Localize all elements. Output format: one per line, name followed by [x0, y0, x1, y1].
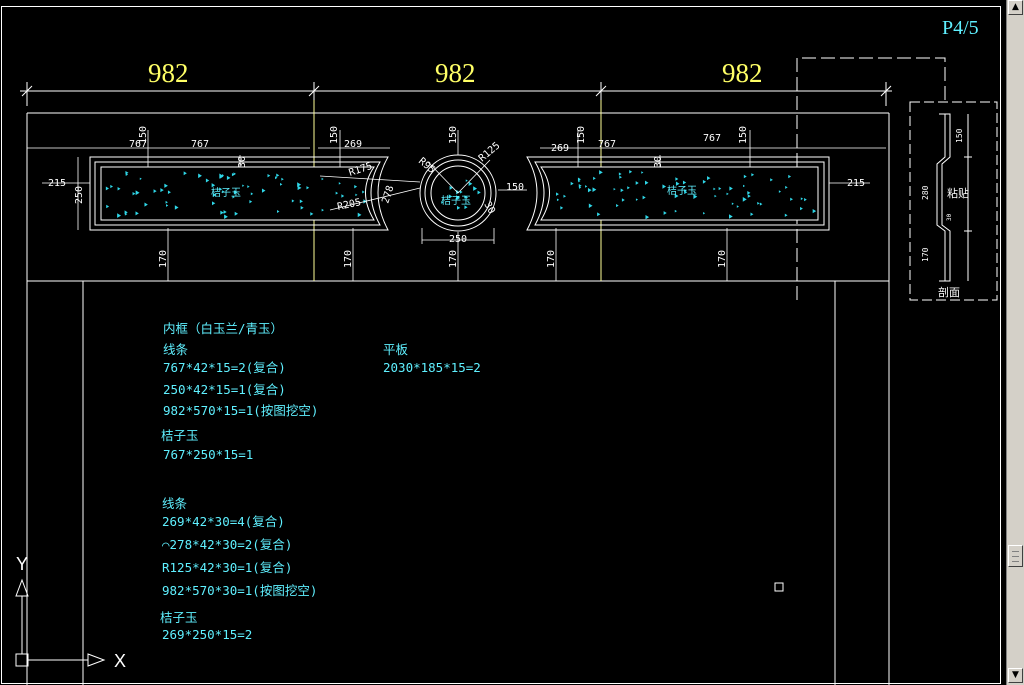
ucs-icon	[15, 578, 106, 667]
notes-left: 内框（白玉兰/青玉） 线条 767*42*15=2(复合) 250*42*15=1(复…	[160, 321, 318, 642]
dim-150-b: 150	[329, 126, 340, 144]
section-dim-170: 170	[921, 247, 930, 262]
dim-269-right: 269	[551, 143, 569, 154]
pick-box[interactable]	[774, 582, 784, 592]
section-dim-150: 150	[955, 128, 964, 143]
dim-767-right-b: 767	[703, 133, 721, 144]
dim-170-2: 170	[343, 250, 354, 268]
cad-window: P4/5 982 982 982 桔子玉 桔子玉 桔子玉 767 767 150…	[0, 0, 1024, 685]
page-label: P4/5	[942, 17, 979, 39]
scroll-up-button[interactable]: ▲	[1008, 0, 1023, 15]
dim-30-left: 30	[237, 156, 248, 168]
dim-170-1: 170	[158, 250, 169, 268]
dim-150-d: 150	[738, 126, 749, 144]
dim-170-4: 170	[546, 250, 557, 268]
note-left-line: 982*570*30=1(按图挖空)	[162, 583, 317, 598]
note-left-line: R125*42*30=1(复合)	[162, 560, 292, 575]
note-left-line: 767*42*15=2(复合)	[163, 360, 286, 375]
right-panel-material: 桔子玉	[667, 184, 697, 197]
dashed-frame	[796, 57, 946, 300]
dim-215-left: 215	[48, 178, 66, 189]
dim-269-left: 269	[344, 139, 362, 150]
left-panel-material: 桔子玉	[211, 186, 241, 199]
note-left-line: 250*42*15=1(复合)	[163, 382, 286, 397]
drawing-svg: P4/5 982 982 982 桔子玉 桔子玉 桔子玉 767 767 150…	[1, 6, 1001, 685]
dim-767-right: 767	[598, 139, 616, 150]
dim-r95: R95	[416, 156, 437, 176]
note-left-line: 767*250*15=1	[163, 447, 253, 462]
scroll-thumb[interactable]	[1008, 545, 1023, 567]
note-right-line: 平板	[383, 342, 409, 357]
dim-170-5: 170	[717, 250, 728, 268]
dim-215-right: 215	[847, 178, 865, 189]
dim-170-3: 170	[448, 250, 459, 268]
notes-right: 平板 2030*185*15=2	[383, 342, 481, 375]
viewport-border	[1, 6, 1001, 684]
note-left-line: 269*42*30=4(复合)	[162, 514, 285, 529]
dim-150-right-circle: 150	[506, 182, 524, 193]
note-left-line: ⌒278*42*30=2(复合)	[162, 537, 292, 552]
dim-250-circle: 250	[449, 234, 467, 245]
dim-150-top-circle: 150	[448, 126, 459, 144]
top-dim-2: 982	[435, 58, 476, 88]
dim-150-a: 150	[138, 126, 149, 144]
dim-250-left: 250	[74, 186, 85, 204]
drawing-canvas[interactable]: P4/5 982 982 982 桔子玉 桔子玉 桔子玉 767 767 150…	[0, 0, 1003, 685]
note-left-line: 269*250*15=2	[162, 627, 252, 642]
note-right-line: 2030*185*15=2	[383, 360, 481, 375]
ucs-y-label: Y	[16, 554, 28, 574]
section-dim-280: 280	[921, 185, 930, 200]
top-dim-1: 982	[148, 58, 189, 88]
note-left-line: 线条	[163, 342, 189, 357]
ucs-x-label: X	[114, 651, 126, 671]
note-left-line: 桔子玉	[160, 610, 198, 625]
note-left-line: 桔子玉	[161, 428, 199, 443]
note-left-line: 内框（白玉兰/青玉）	[163, 321, 283, 336]
section-dim-30: 30	[946, 213, 953, 221]
circle-material: 桔子玉	[441, 194, 471, 207]
section-detail	[909, 101, 998, 301]
section-side-label: 粘贴	[947, 186, 969, 200]
note-left-line: 线条	[162, 496, 188, 511]
scroll-down-button[interactable]: ▼	[1008, 668, 1023, 683]
dim-767-left-b: 767	[191, 139, 209, 150]
vertical-scrollbar[interactable]: ▲ ▼	[1006, 0, 1024, 685]
dim-150-c: 150	[576, 126, 587, 144]
section-label: 剖面	[938, 285, 960, 299]
dim-278: 278	[380, 184, 396, 205]
dim-30-right: 30	[653, 156, 664, 168]
note-left-line: 982*570*15=1(按图挖空)	[163, 403, 318, 418]
top-dim-3: 982	[722, 58, 763, 88]
